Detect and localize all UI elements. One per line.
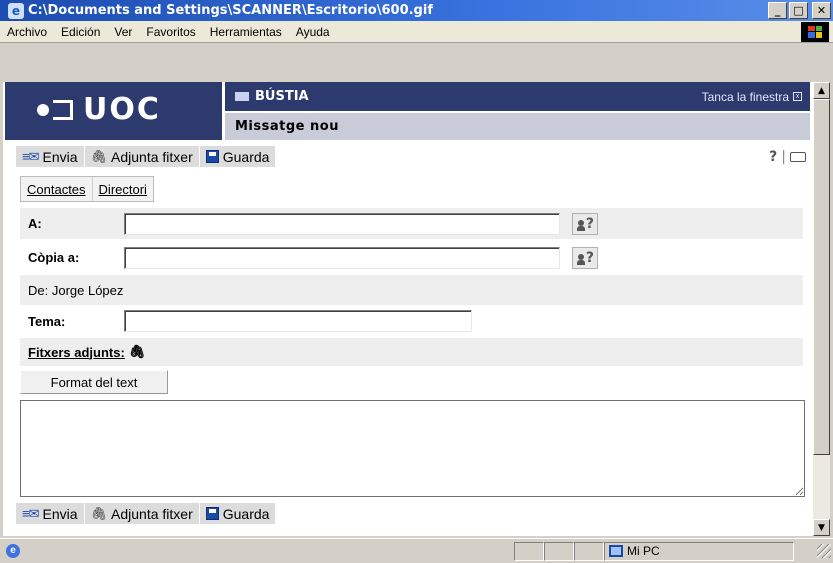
uoc-logo: UOC	[5, 82, 222, 140]
tab-directori[interactable]: Directori	[93, 177, 153, 201]
window-title: C:\Documents and Settings\SCANNER\Escrit…	[28, 3, 433, 18]
menu-archivo[interactable]: Archivo	[0, 25, 54, 39]
from-row: De: Jorge López	[20, 275, 803, 305]
message-toolbar-bottom: ≡✉ Envia 🖇 Adjunta fitxer Guarda	[16, 503, 277, 524]
close-window-text: Tanca la finestra	[701, 89, 789, 104]
page-status-icon: e	[6, 544, 20, 558]
cc-label: Còpia a:	[28, 250, 80, 265]
logo-text: UOC	[83, 92, 161, 127]
cc-row: Còpia a: ?	[20, 242, 803, 273]
subheader-bar: Missatge nou	[225, 113, 810, 140]
send-envelope-icon: ≡✉	[22, 505, 40, 521]
cc-input[interactable]	[124, 246, 560, 269]
save-button[interactable]: Guarda	[199, 503, 277, 524]
page-subtitle: Missatge nou	[235, 119, 339, 134]
save-button[interactable]: Guarda	[199, 146, 277, 167]
address-book-icon[interactable]: ?	[572, 212, 598, 235]
save-label: Guarda	[222, 505, 270, 522]
scroll-down-icon[interactable]: ▼	[813, 519, 830, 536]
security-zone: Mi PC	[604, 541, 794, 561]
subject-label: Tema:	[28, 313, 66, 329]
close-button[interactable]: ✕	[812, 2, 831, 19]
attachments-row: Fitxers adjunts: 🖇	[20, 338, 803, 366]
menu-bar: Archivo Edición Ver Favoritos Herramient…	[0, 21, 833, 43]
close-box-icon: x	[793, 92, 802, 101]
contact-tabs: Contactes Directori	[20, 176, 154, 202]
separator: |	[781, 149, 786, 165]
menu-favoritos[interactable]: Favoritos	[139, 25, 202, 39]
my-computer-icon	[609, 545, 623, 557]
menu-edicion[interactable]: Edición	[54, 25, 107, 39]
scroll-up-icon[interactable]: ▲	[813, 82, 830, 99]
logo-dot-icon	[37, 103, 49, 116]
print-icon[interactable]	[790, 152, 806, 162]
scroll-thumb[interactable]	[813, 99, 830, 455]
subject-row: Tema:	[20, 306, 803, 336]
attach-file-button[interactable]: 🖇 Adjunta fitxer	[84, 146, 200, 167]
page-tools: ? |	[769, 149, 806, 165]
attach-file-button[interactable]: 🖇 Adjunta fitxer	[84, 503, 200, 524]
message-body[interactable]	[20, 400, 805, 497]
save-label: Guarda	[222, 148, 270, 165]
menu-herramientas[interactable]: Herramientas	[203, 25, 289, 39]
resize-grip-icon[interactable]	[817, 544, 831, 558]
header-bar: BÚSTIA Tanca la finestra x	[225, 82, 810, 111]
logo-bracket-icon	[53, 99, 73, 120]
menu-ver[interactable]: Ver	[107, 25, 139, 39]
format-text-button[interactable]: Format del text	[20, 370, 168, 394]
title-bar: e C:\Documents and Settings\SCANNER\Escr…	[0, 0, 833, 21]
floppy-disk-icon	[205, 150, 219, 163]
help-icon[interactable]: ?	[769, 149, 777, 165]
from-text: De: Jorge López	[28, 282, 124, 298]
frame-top	[0, 43, 833, 82]
status-pane	[514, 541, 544, 561]
section-title-text: BÚSTIA	[255, 89, 309, 104]
to-input[interactable]	[124, 212, 560, 235]
zone-label: Mi PC	[627, 544, 660, 558]
status-pane	[574, 541, 604, 561]
close-window-link[interactable]: Tanca la finestra x	[702, 90, 802, 104]
to-label: A:	[28, 216, 42, 231]
send-envelope-icon: ≡✉	[22, 148, 40, 164]
send-button[interactable]: ≡✉ Envia	[16, 503, 85, 524]
windows-logo-icon	[801, 21, 829, 42]
ie-icon: e	[8, 2, 24, 19]
vertical-scrollbar[interactable]: ▲ ▼	[813, 82, 830, 536]
send-button[interactable]: ≡✉ Envia	[16, 146, 85, 167]
minimize-button[interactable]: _	[768, 2, 787, 19]
attach-label: Adjunta fitxer	[111, 505, 193, 522]
message-toolbar: ≡✉ Envia 🖇 Adjunta fitxer Guarda	[16, 146, 277, 167]
attach-label: Adjunta fitxer	[111, 148, 193, 165]
tab-contactes[interactable]: Contactes	[21, 177, 93, 201]
send-label: Envia	[42, 505, 78, 522]
address-book-icon[interactable]: ?	[572, 246, 598, 269]
paperclip-icon: 🖇	[90, 148, 108, 164]
to-row: A: ?	[20, 208, 803, 239]
menu-ayuda[interactable]: Ayuda	[289, 25, 337, 39]
subject-input[interactable]	[124, 310, 472, 332]
status-pane	[544, 541, 574, 561]
section-title: BÚSTIA	[235, 89, 309, 104]
floppy-disk-icon	[205, 507, 219, 520]
attachments-link[interactable]: Fitxers adjunts:	[20, 345, 125, 360]
paperclip-icon: 🖇	[128, 344, 146, 360]
send-label: Envia	[42, 148, 78, 165]
envelope-icon	[235, 92, 249, 101]
paperclip-icon: 🖇	[90, 505, 108, 521]
maximize-button[interactable]: □	[789, 2, 808, 19]
status-bar: e Mi PC	[0, 538, 833, 563]
